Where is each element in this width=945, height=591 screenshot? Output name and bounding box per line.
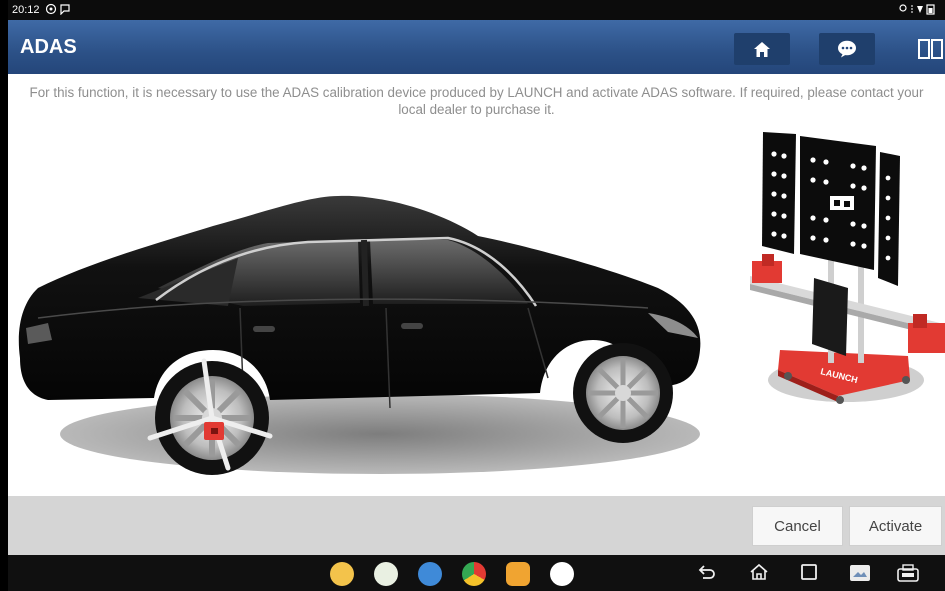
screenshot-icon[interactable] <box>849 563 871 587</box>
house-icon[interactable] <box>749 563 769 585</box>
split-view-icon <box>918 39 943 59</box>
email-app-icon[interactable] <box>330 562 354 586</box>
recents-icon[interactable] <box>800 563 818 585</box>
gallery-app-icon[interactable] <box>418 562 442 586</box>
front-wheel <box>573 343 673 443</box>
notes-app-icon[interactable] <box>374 562 398 586</box>
browser-app-icon[interactable] <box>462 562 486 586</box>
status-system-icons <box>899 3 939 18</box>
navigation-bar <box>8 555 945 591</box>
home-icon <box>754 41 770 57</box>
activate-button[interactable]: Activate <box>849 506 942 546</box>
adas-calibration-illustration: LAUNCH <box>18 132 945 475</box>
screen: 20:12 ADAS For this function, it is nece… <box>8 0 945 591</box>
app-drawer-icon[interactable] <box>550 562 574 586</box>
status-notification-icons <box>45 3 72 18</box>
vci-icon[interactable] <box>896 563 920 587</box>
message-button[interactable] <box>819 33 875 65</box>
status-time: 20:12 <box>12 4 40 16</box>
adas-calibration-frame: LAUNCH <box>750 132 945 404</box>
battery-wifi-icon <box>899 4 935 15</box>
notification-icon <box>45 3 70 16</box>
chat-icon <box>838 40 856 58</box>
back-icon[interactable] <box>697 563 717 585</box>
status-bar: 20:12 <box>8 0 945 20</box>
camera-app-icon[interactable] <box>506 562 530 586</box>
app-bar: ADAS <box>8 20 945 74</box>
action-bar: Cancel Activate <box>8 496 945 555</box>
split-view-button[interactable] <box>918 39 945 59</box>
page-title: ADAS <box>20 36 77 58</box>
cancel-button[interactable]: Cancel <box>752 506 843 546</box>
home-button[interactable] <box>734 33 790 65</box>
adas-notice-text: For this function, it is necessary to us… <box>29 85 924 117</box>
